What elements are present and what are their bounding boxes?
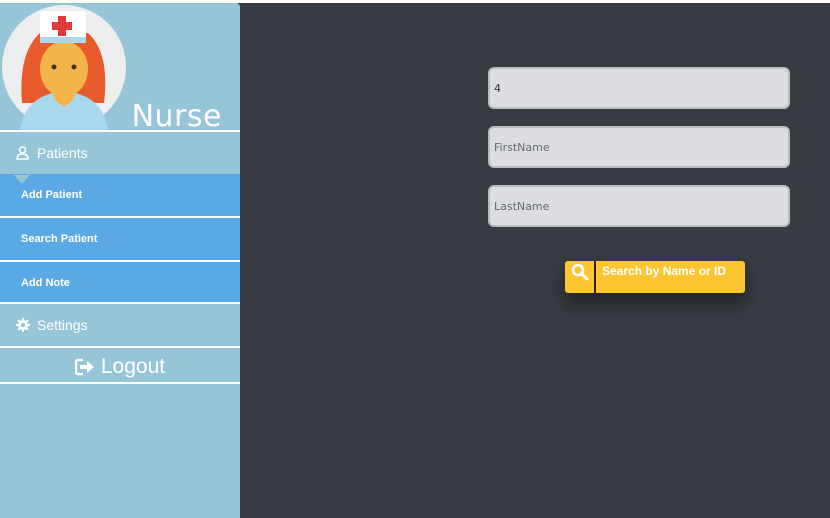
sidebar: Nurse Patients Add Patient Search Patien… bbox=[0, 3, 240, 518]
sidebar-item-search-patient[interactable]: Search Patient bbox=[0, 218, 240, 260]
menu-section-label: Patients bbox=[37, 145, 88, 161]
sidebar-item-add-note[interactable]: Add Note bbox=[0, 262, 240, 304]
divider bbox=[0, 382, 240, 384]
nurse-avatar-icon bbox=[2, 5, 126, 131]
divider bbox=[0, 346, 240, 348]
sidebar-item-label: Add Patient bbox=[21, 189, 83, 201]
last-name-input[interactable] bbox=[488, 185, 790, 227]
gear-icon bbox=[16, 318, 30, 332]
search-button-label: Search by Name or ID bbox=[602, 264, 727, 278]
menu-section-label: Settings bbox=[37, 317, 88, 333]
profile-header: Nurse bbox=[0, 3, 240, 134]
logout-button[interactable]: Logout bbox=[0, 349, 240, 385]
menu-section-patients[interactable]: Patients bbox=[0, 132, 240, 174]
active-caret bbox=[14, 175, 30, 184]
patient-id-input[interactable] bbox=[488, 67, 790, 109]
sidebar-item-label: Search Patient bbox=[21, 233, 98, 245]
sidebar-item-add-patient[interactable]: Add Patient bbox=[0, 174, 240, 216]
sidebar-item-label: Add Note bbox=[21, 277, 70, 289]
search-icon bbox=[565, 261, 596, 293]
logout-label: Logout bbox=[100, 355, 166, 378]
sign-out-icon bbox=[74, 358, 95, 376]
search-button[interactable]: Search by Name or ID bbox=[565, 261, 745, 293]
first-name-input[interactable] bbox=[488, 126, 790, 168]
menu-section-settings[interactable]: Settings bbox=[0, 304, 240, 346]
user-icon bbox=[16, 146, 30, 160]
role-title: Nurse bbox=[131, 99, 222, 134]
